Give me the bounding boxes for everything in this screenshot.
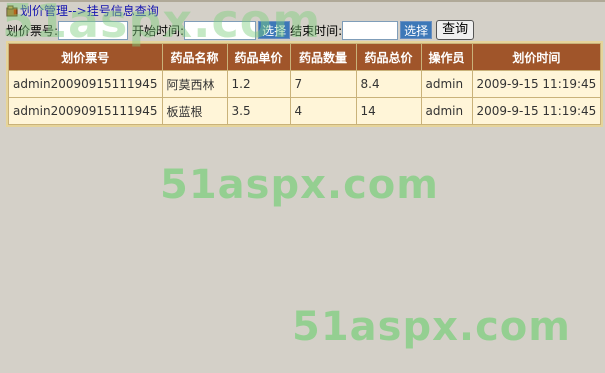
total-price-cell: 8.4 (356, 71, 421, 97)
unit-price-cell: 1.2 (227, 71, 290, 97)
total-price-cell: 14 (356, 98, 421, 124)
column-header: 划价时间 (472, 44, 601, 70)
unit-price-cell: 3.5 (227, 98, 290, 124)
results-table: 划价票号 药品名称 药品单价 药品数量 药品总价 操作员 划价时间 admin2… (8, 43, 602, 125)
column-header: 药品总价 (356, 44, 421, 70)
watermark: 51aspx.com (160, 162, 439, 208)
query-button[interactable]: 查询 (436, 20, 475, 40)
table-row[interactable]: admin20090915111945 板蓝根 3.5 4 14 admin 2… (9, 98, 601, 124)
quantity-cell: 7 (290, 71, 356, 97)
watermark: 51aspx.com (292, 304, 571, 350)
ticket-cell: admin20090915111945 (9, 71, 162, 97)
operator-cell: admin (421, 98, 472, 124)
time-cell: 2009-9-15 11:19:45 (472, 71, 601, 97)
time-cell: 2009-9-15 11:19:45 (472, 98, 601, 124)
drug-name-cell: 板蓝根 (162, 98, 227, 124)
watermark: 51aspx.com (2, 0, 322, 48)
operator-cell: admin (421, 71, 472, 97)
quantity-cell: 4 (290, 98, 356, 124)
results-grid: 划价票号 药品名称 药品单价 药品数量 药品总价 操作员 划价时间 admin2… (6, 41, 604, 127)
end-time-pick-button[interactable]: 选择 (400, 21, 433, 39)
column-header: 操作员 (421, 44, 472, 70)
ticket-cell: admin20090915111945 (9, 98, 162, 124)
drug-name-cell: 阿莫西林 (162, 71, 227, 97)
end-time-input[interactable] (342, 20, 399, 40)
table-row[interactable]: admin20090915111945 阿莫西林 1.2 7 8.4 admin… (9, 71, 601, 97)
